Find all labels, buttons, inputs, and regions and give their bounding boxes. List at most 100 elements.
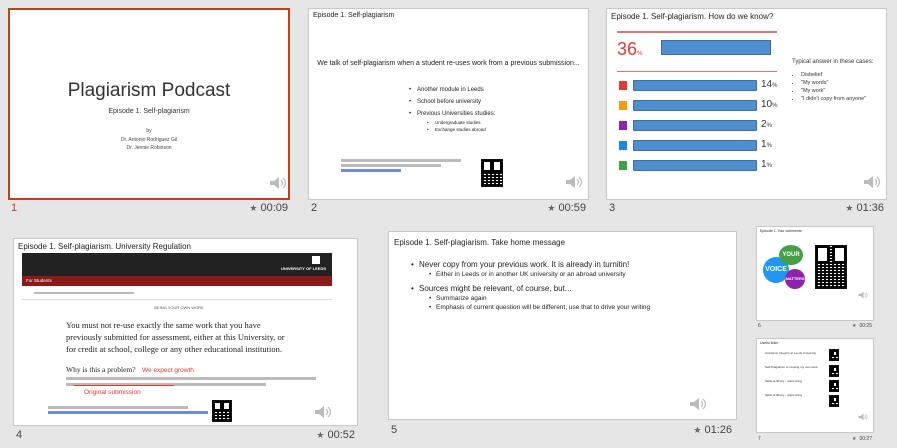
duration-text: 00:25 (859, 323, 872, 329)
audio-speaker-icon[interactable] (565, 175, 583, 189)
slide-number: 7 (758, 436, 761, 442)
source-bar (633, 80, 757, 91)
sub-list-item: Exchange studies abroad (427, 127, 495, 132)
audio-speaker-icon[interactable] (269, 176, 287, 190)
audio-speaker-icon[interactable] (858, 291, 868, 299)
percent-value: 36 (617, 39, 638, 59)
slide-number: 2 (311, 202, 318, 214)
slide-5-preview[interactable]: Episode 1. Self-plagiarism. Take home me… (388, 231, 737, 420)
list-item-text: Sources might be relevant, of course, bu… (419, 284, 572, 293)
slide-duration: ★ 00:27 (840, 436, 872, 442)
source-bar (633, 160, 757, 171)
sub-list-item: Either in Leeds or in another UK univers… (429, 271, 731, 278)
qr-code-image (481, 159, 503, 187)
slide-6-title: Episode 1. Your comments (760, 229, 802, 233)
slide-7-title: Useful links (760, 341, 778, 345)
slide-2-list: Another module in Leeds School before un… (409, 87, 495, 138)
slide-duration: ★ 00:52 (295, 429, 355, 441)
percent-sign: % (766, 163, 772, 169)
reference-text (341, 159, 461, 162)
list-item: Never copy from your previous work. It i… (411, 260, 731, 278)
slide-number: 6 (758, 323, 761, 329)
reference-link (341, 169, 401, 172)
qr-code-image (829, 365, 839, 377)
duration-text: 00:27 (859, 436, 872, 442)
audio-speaker-icon[interactable] (689, 397, 707, 411)
list-item: Academic Integrity at Leeds University (765, 351, 817, 355)
annotation-underline (74, 385, 174, 386)
summary-bar (661, 40, 771, 55)
reference-text (341, 164, 441, 167)
slide-1-by: by (146, 128, 152, 134)
qr-code-image (212, 400, 232, 422)
list-item: "My words" (801, 79, 866, 87)
list-item: Skills at library - referencing (765, 393, 803, 397)
slide-duration: ★ 00:59 (538, 202, 586, 214)
list-item: School before university (409, 99, 495, 105)
source-color-marker (619, 101, 627, 110)
nav-bar: For Students (22, 276, 332, 286)
source-percent: 1% (761, 139, 772, 150)
slide-2-lead: We talk of self-plagiarism when a studen… (317, 60, 580, 67)
list-item: Previous Universities studies: Undergrad… (409, 111, 495, 132)
source-percent: 1% (761, 159, 772, 170)
sub-list-item: Summarize again (429, 295, 731, 302)
body-text (66, 377, 316, 380)
timing-star-icon: ★ (852, 323, 857, 329)
slide-3-preview[interactable]: Episode 1. Self-plagiarism. How do we kn… (606, 8, 887, 200)
annotation-original: Original submission (84, 389, 141, 396)
slide-5-list: Never copy from your previous work. It i… (411, 260, 731, 314)
audio-speaker-icon[interactable] (858, 413, 868, 421)
university-crest-icon (312, 256, 320, 264)
sub-list-item: Undergraduate studies (427, 120, 495, 125)
timing-star-icon: ★ (852, 436, 857, 442)
percent-sign: % (637, 51, 643, 57)
source-bar (633, 100, 757, 111)
slide-number: 3 (609, 202, 616, 214)
qr-code-image (829, 395, 839, 407)
slide-7-preview[interactable]: Useful links Academic Integrity at Leeds… (756, 338, 874, 433)
timing-star-icon: ★ (249, 203, 258, 213)
slide-1-preview[interactable]: Plagiarism Podcast Episode 1. Self-plagi… (8, 8, 290, 200)
qr-code-image (829, 380, 839, 392)
percent-value: 14 (761, 79, 773, 90)
audio-speaker-icon[interactable] (863, 175, 881, 189)
percent-sign: % (772, 103, 778, 109)
slide-duration: ★ 01:36 (836, 202, 884, 214)
audio-speaker-icon[interactable] (314, 405, 332, 419)
report-header-line (617, 31, 777, 33)
duration-text: 00:59 (558, 202, 586, 214)
timing-star-icon: ★ (845, 203, 854, 213)
slide-duration: ★ 01:26 (670, 424, 732, 436)
reference-link (48, 411, 208, 414)
annotation-growth: We expect growth (142, 367, 194, 374)
percent-sign: % (766, 123, 772, 129)
why-heading: Why is this a problem? (66, 365, 136, 374)
nav-label: For Students (26, 278, 52, 283)
percent-value: 10 (761, 99, 773, 110)
slide-1-author-2: Dr. Jennie Robinson (126, 145, 172, 151)
slide-2-preview[interactable]: Episode 1. Self-plagiarism We talk of se… (308, 8, 589, 200)
slide-4-preview[interactable]: Episode 1. Self-plagiarism. University R… (13, 238, 358, 426)
slide-number: 4 (16, 429, 23, 441)
timing-star-icon: ★ (547, 203, 556, 213)
timing-star-icon: ★ (316, 430, 325, 440)
list-item-text: Never copy from your previous work. It i… (419, 260, 630, 269)
slide-number: 5 (391, 424, 398, 436)
links-list: Academic Integrity at Leeds University S… (765, 351, 835, 397)
timing-star-icon: ★ (693, 425, 702, 435)
duration-text: 01:36 (856, 202, 884, 214)
answers-list: Disbelief "My words" "My work" "I didn't… (795, 71, 866, 103)
percent-sign: % (766, 143, 772, 149)
slide-duration: ★ 00:09 (240, 202, 288, 214)
slide-1-subtitle: Episode 1. Self-plagiarism (108, 108, 190, 115)
slide-1-title: Plagiarism Podcast (67, 80, 231, 101)
list-item: "My work" (801, 87, 866, 95)
divider (22, 299, 332, 300)
slide-6-preview[interactable]: Episode 1. Your comments VOICE YOUR MATT… (756, 226, 874, 321)
slide-4-title: Episode 1. Self-plagiarism. University R… (18, 242, 191, 251)
list-item: Disbelief (801, 71, 866, 79)
slide-5-title: Episode 1. Self-plagiarism. Take home me… (394, 238, 566, 247)
slide-3-title: Episode 1. Self-plagiarism. How do we kn… (611, 12, 774, 21)
source-percent: 2% (761, 119, 772, 130)
